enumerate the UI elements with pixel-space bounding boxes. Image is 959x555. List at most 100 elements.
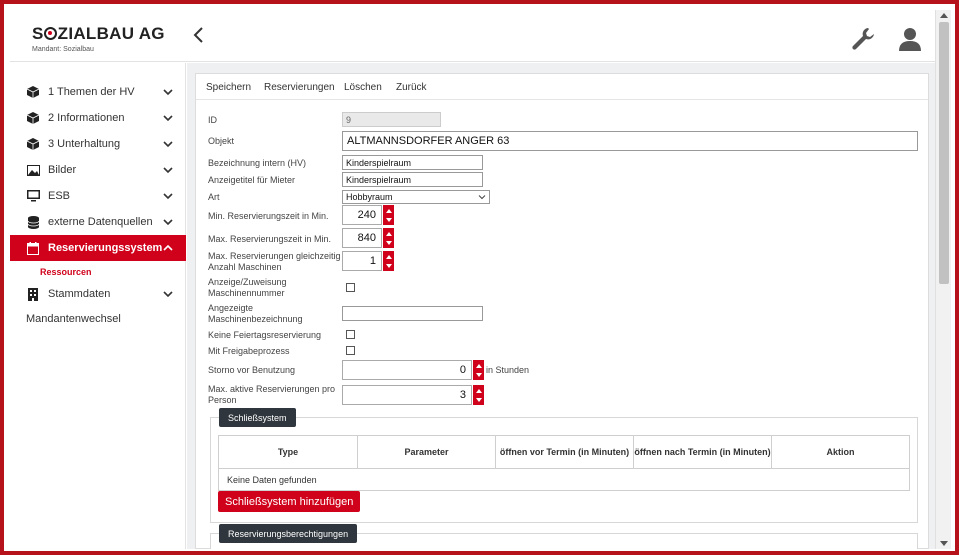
image-icon: [26, 163, 40, 177]
art-select[interactable]: Hobbyraum: [342, 190, 490, 204]
delete-button[interactable]: Löschen: [344, 82, 382, 93]
save-button[interactable]: Speichern: [206, 82, 251, 93]
sidebar-item-reservierungssystem[interactable]: Reservierungssystem: [10, 235, 186, 261]
gleichzeitig-label-line1: Max. Reservierungen gleichzeitig /: [208, 251, 346, 261]
scrollbar[interactable]: [935, 10, 951, 549]
min-zeit-input[interactable]: 240: [342, 205, 382, 225]
arrow-up-icon: [385, 208, 392, 213]
sidebar-item-esb[interactable]: ESB: [10, 183, 186, 209]
back-button[interactable]: Zurück: [396, 82, 427, 93]
scroll-down-icon[interactable]: [940, 541, 948, 546]
maschinenbezeichnung-input[interactable]: [342, 306, 483, 321]
objekt-label: Objekt: [208, 136, 235, 146]
app: S ZIALBAU AG Mandant: Sozialbau 1 Themen …: [10, 10, 951, 549]
storno-stepper[interactable]: [473, 360, 484, 380]
aktiv-input[interactable]: 3: [342, 385, 472, 405]
max-zeit-stepper[interactable]: [383, 228, 394, 248]
art-label: Art: [208, 192, 220, 202]
sidebar-item-informationen[interactable]: 2 Informationen: [10, 105, 186, 131]
sidebar-item-bilder[interactable]: Bilder: [10, 157, 186, 183]
sidebar-item-datenquellen[interactable]: externe Datenquellen: [10, 209, 186, 235]
column-header-oeffnen-nach: öffnen nach Termin (in Minuten): [633, 435, 772, 469]
cube-icon: [26, 137, 40, 151]
sidebar: 1 Themen der HV 2 Informationen 3 Unterh…: [10, 63, 186, 549]
arrow-up-icon: [385, 254, 392, 259]
feiertag-checkbox[interactable]: [346, 330, 355, 339]
chevron-down-icon: [478, 195, 486, 200]
sidebar-item-label: Reservierungssystem: [48, 242, 163, 254]
id-field: 9: [342, 112, 441, 127]
anzeigetitel-input[interactable]: Kinderspielraum: [342, 172, 483, 187]
aktiv-stepper[interactable]: [473, 385, 484, 405]
chevron-down-icon: [163, 193, 173, 200]
sidebar-item-label: 3 Unterhaltung: [48, 138, 121, 150]
freigabe-checkbox[interactable]: [346, 346, 355, 355]
logo-text-end: ZIALBAU AG: [57, 24, 165, 43]
chevron-down-icon: [163, 291, 173, 298]
bezeichnung-label: Bezeichnung intern (HV): [208, 158, 307, 168]
column-header-aktion: Aktion: [771, 435, 910, 469]
column-header-parameter: Parameter: [357, 435, 496, 469]
window-frame: S ZIALBAU AG Mandant: Sozialbau 1 Themen …: [0, 0, 959, 555]
max-zeit-label: Max. Reservierungszeit in Min.: [208, 234, 332, 244]
empty-table-row: Keine Daten gefunden: [218, 469, 910, 491]
sidebar-item-label: ESB: [48, 190, 71, 202]
user-icon[interactable]: [898, 26, 922, 52]
back-chevron-icon[interactable]: [192, 26, 208, 46]
bezeichnung-input[interactable]: Kinderspielraum: [342, 155, 483, 170]
gleichzeitig-label-line2: Anzahl Maschinen: [208, 262, 282, 272]
arrow-down-icon: [385, 217, 392, 222]
arrow-down-icon: [385, 263, 392, 268]
chevron-down-icon: [163, 219, 173, 226]
calendar-icon: [26, 241, 40, 255]
sidebar-item-mandantenwechsel[interactable]: Mandantenwechsel: [26, 313, 121, 325]
sidebar-item-label: 2 Informationen: [48, 112, 125, 124]
min-zeit-label: Min. Reservierungszeit in Min.: [208, 211, 329, 221]
schliesssystem-section: Type Parameter öffnen vor Termin (in Min…: [210, 417, 918, 523]
monitor-icon: [26, 189, 40, 203]
anzeige-label-line1: Anzeige/Zuweisung: [208, 277, 287, 287]
reservations-button[interactable]: Reservierungen: [264, 82, 335, 93]
sidebar-item-label: externe Datenquellen: [48, 216, 153, 228]
sidebar-item-label: Stammdaten: [48, 288, 111, 300]
logo: S ZIALBAU AG: [32, 24, 165, 44]
gleichzeitig-input[interactable]: 1: [342, 251, 382, 271]
objekt-field[interactable]: ALTMANNSDORFER ANGER 63: [342, 131, 918, 151]
sidebar-item-stammdaten[interactable]: Stammdaten: [10, 281, 186, 307]
storno-label: Storno vor Benutzung: [208, 365, 296, 375]
chevron-down-icon: [163, 141, 173, 148]
freigabe-label: Mit Freigabeprozess: [208, 346, 290, 356]
chevron-up-icon: [163, 244, 173, 251]
gleichzeitig-stepper[interactable]: [383, 251, 394, 271]
anzeige-checkbox[interactable]: [346, 283, 355, 292]
arrow-up-icon: [385, 231, 392, 236]
scrollbar-thumb[interactable]: [939, 22, 949, 284]
cube-icon: [26, 111, 40, 125]
berechtigungen-tab: Reservierungsberechtigungen: [219, 524, 358, 543]
maschinenbezeichnung-label-line1: Angezeigte: [208, 303, 254, 313]
logo-o-mark: [44, 27, 58, 40]
aktiv-label-line1: Max. aktive Reservierungen pro: [208, 384, 336, 394]
column-header-oeffnen-vor: öffnen vor Termin (in Minuten): [495, 435, 634, 469]
anzeigetitel-label: Anzeigetitel für Mieter: [208, 175, 296, 185]
sidebar-item-themen[interactable]: 1 Themen der HV: [10, 79, 186, 105]
id-label: ID: [208, 115, 217, 125]
toolbar: Speichern Reservierungen Löschen Zurück: [196, 74, 928, 100]
aktiv-label-line2: Person: [208, 395, 237, 405]
anzeige-label: Anzeige/Zuweisung Maschinennummer: [208, 277, 287, 299]
max-zeit-input[interactable]: 840: [342, 228, 382, 248]
arrow-up-icon: [475, 388, 482, 393]
chevron-down-icon: [163, 89, 173, 96]
scroll-up-icon[interactable]: [940, 13, 948, 18]
sidebar-item-unterhaltung[interactable]: 3 Unterhaltung: [10, 131, 186, 157]
chevron-down-icon: [163, 167, 173, 174]
wrench-icon[interactable]: [850, 26, 876, 52]
sidebar-subitem-ressourcen[interactable]: Ressourcen: [40, 267, 92, 277]
sidebar-item-label: 1 Themen der HV: [48, 86, 135, 98]
logo-text-start: S: [32, 24, 44, 43]
arrow-up-icon: [475, 363, 482, 368]
storno-input[interactable]: 0: [342, 360, 472, 380]
add-schliesssystem-button[interactable]: Schließsystem hinzufügen: [218, 491, 361, 512]
min-zeit-stepper[interactable]: [383, 205, 394, 225]
resource-form-card: Speichern Reservierungen Löschen Zurück …: [195, 73, 929, 549]
